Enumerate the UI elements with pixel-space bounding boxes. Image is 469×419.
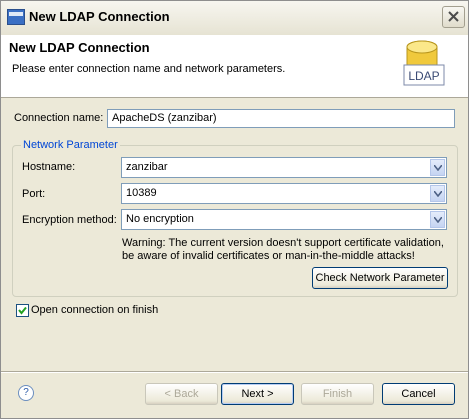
chevron-down-icon xyxy=(434,165,442,171)
finish-button[interactable]: Finish xyxy=(301,383,374,405)
banner-title: New LDAP Connection xyxy=(9,40,150,55)
warning-line-2: be aware of invalid certificates or man-… xyxy=(122,250,415,262)
eclipse-window-icon xyxy=(7,9,25,25)
check-network-parameter-button[interactable]: Check Network Parameter xyxy=(312,267,448,289)
close-button[interactable] xyxy=(442,6,465,28)
footer-separator xyxy=(1,371,468,373)
banner-description: Please enter connection name and network… xyxy=(12,63,286,75)
encryption-method-label: Encryption method: xyxy=(22,214,117,226)
ldap-icon-text: LDAP xyxy=(408,69,439,83)
certificate-warning: Warning: The current version doesn't sup… xyxy=(122,237,462,263)
connection-name-label: Connection name: xyxy=(14,112,104,124)
help-icon[interactable]: ? xyxy=(18,385,34,401)
hostname-combo[interactable]: zanzibar xyxy=(121,157,447,178)
chevron-down-icon xyxy=(434,217,442,223)
open-on-finish-label[interactable]: Open connection on finish xyxy=(31,304,158,316)
open-on-finish-checkbox[interactable] xyxy=(16,304,29,317)
hostname-dropdown-button[interactable] xyxy=(430,159,445,176)
connection-name-input[interactable]: ApacheDS (zanzibar) xyxy=(107,109,455,128)
port-combo[interactable]: 10389 xyxy=(121,183,447,204)
encryption-method-combo[interactable]: No encryption xyxy=(121,209,447,230)
back-button[interactable]: < Back xyxy=(145,383,218,405)
encryption-method-value: No encryption xyxy=(126,213,194,225)
window-title: New LDAP Connection xyxy=(29,9,170,24)
checkmark-icon xyxy=(18,306,27,315)
network-parameter-legend: Network Parameter xyxy=(21,139,120,151)
wizard-banner: New LDAP Connection Please enter connect… xyxy=(1,35,468,98)
close-icon xyxy=(448,11,459,22)
port-dropdown-button[interactable] xyxy=(430,185,445,202)
hostname-label: Hostname: xyxy=(22,161,76,173)
title-bar[interactable]: New LDAP Connection xyxy=(1,1,468,36)
ldap-database-icon: LDAP xyxy=(403,40,445,86)
cancel-button[interactable]: Cancel xyxy=(382,383,455,405)
chevron-down-icon xyxy=(434,191,442,197)
port-value: 10389 xyxy=(126,187,157,199)
encryption-dropdown-button[interactable] xyxy=(430,211,445,228)
port-label: Port: xyxy=(22,188,46,200)
dialog-window: New LDAP Connection New LDAP Connection … xyxy=(0,0,469,419)
warning-line-1: Warning: The current version doesn't sup… xyxy=(122,237,444,249)
next-button[interactable]: Next > xyxy=(221,383,294,405)
hostname-value: zanzibar xyxy=(126,161,168,173)
